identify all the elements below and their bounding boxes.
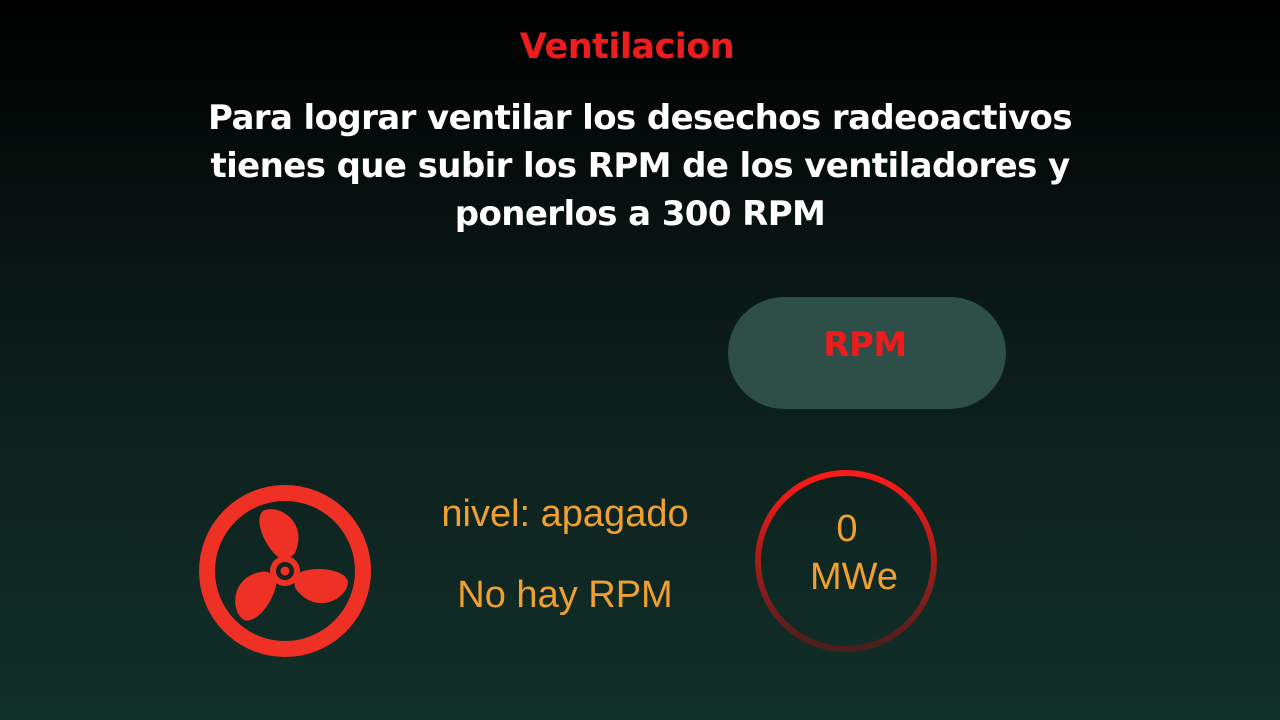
- power-gauge: 0 MWe: [752, 467, 940, 655]
- gauge-unit: MWe: [810, 556, 898, 598]
- rpm-status: No hay RPM: [457, 574, 673, 616]
- page-title: Ventilacion: [519, 27, 735, 67]
- level-status: nivel: apagado: [441, 493, 689, 535]
- gauge-value: 0: [836, 508, 858, 550]
- rpm-button-label: RPM: [823, 325, 907, 365]
- fan-icon: [198, 484, 372, 658]
- rpm-button[interactable]: RPM: [728, 297, 1006, 409]
- instructions-text: Para lograr ventilar los desechos radeoa…: [208, 98, 1073, 234]
